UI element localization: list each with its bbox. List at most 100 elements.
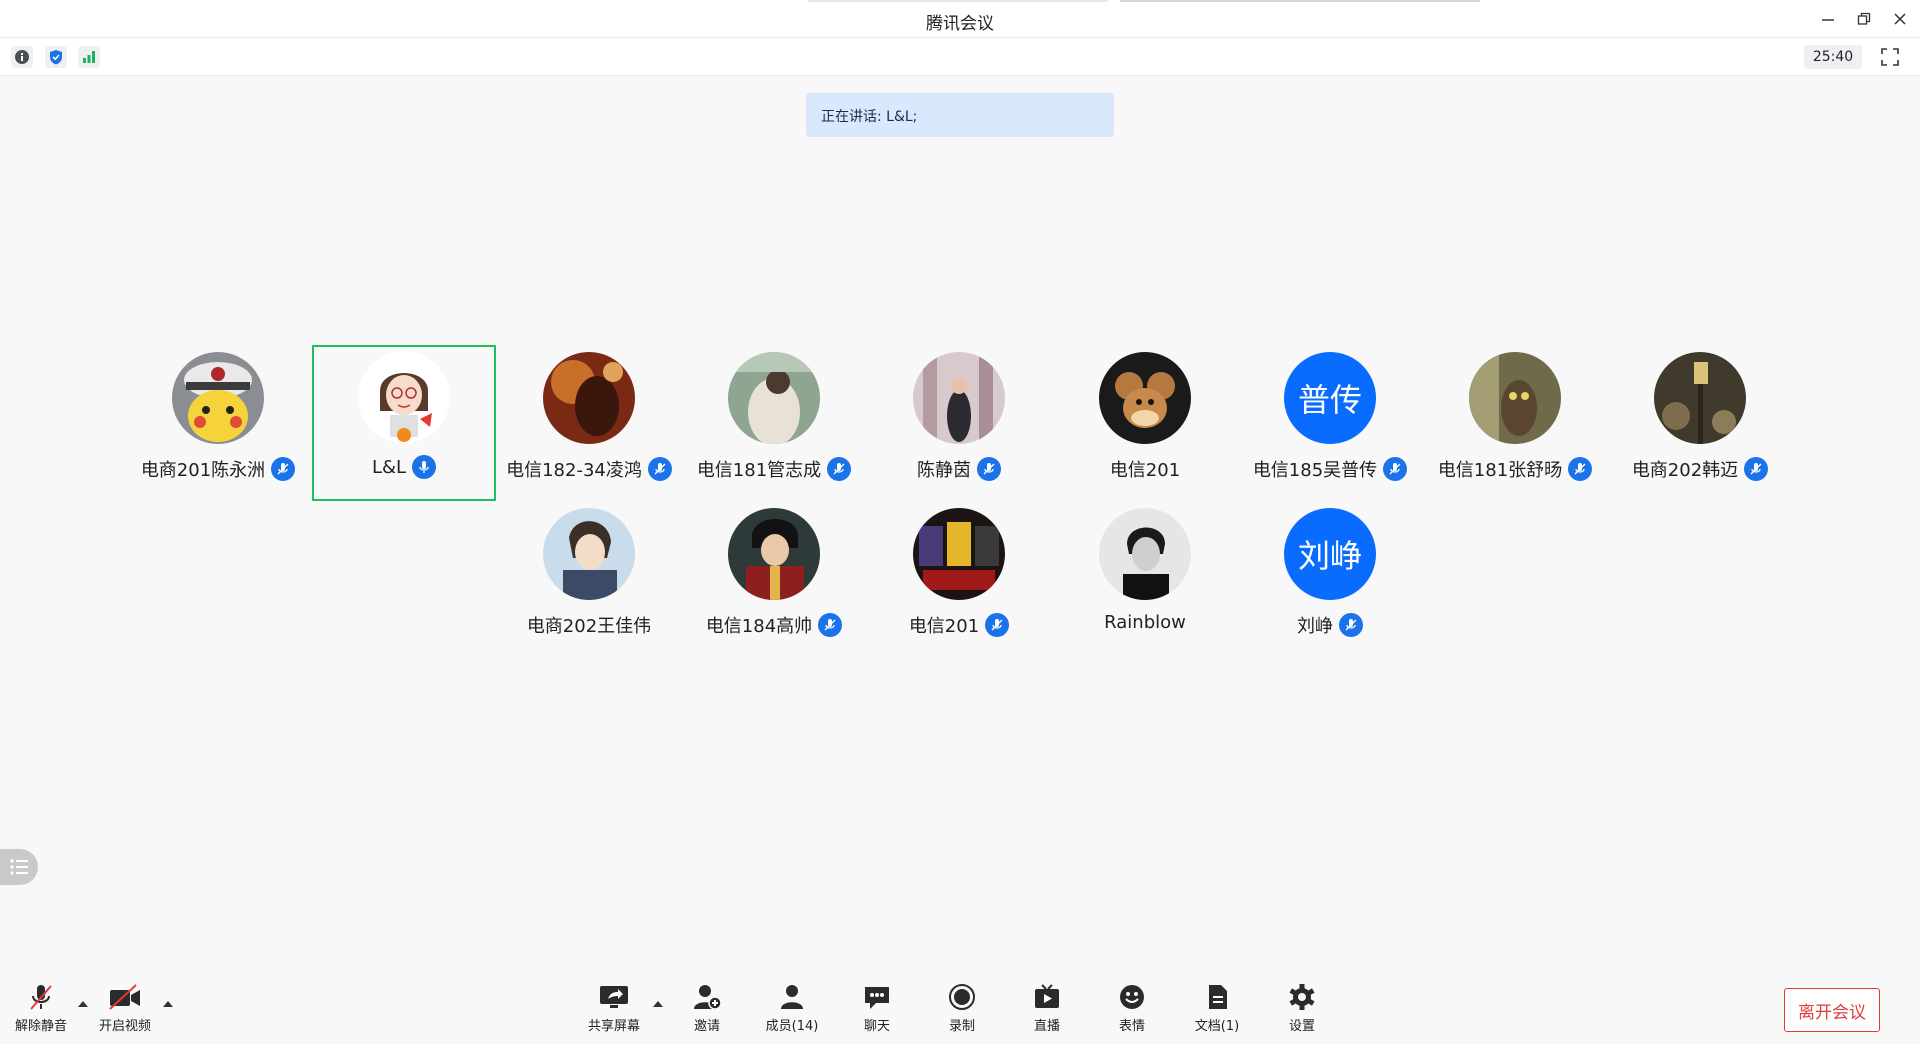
participant-tile[interactable]: 电信182-34凌鸿 bbox=[497, 346, 681, 502]
docs-button[interactable]: 文档(1) bbox=[1182, 982, 1252, 1038]
network-status-button[interactable] bbox=[78, 46, 100, 68]
caret-up-icon bbox=[653, 1001, 663, 1007]
speaking-indicator: 正在讲话: L&L; bbox=[806, 93, 1114, 137]
gear-icon bbox=[1285, 982, 1319, 1012]
avatar bbox=[1469, 352, 1561, 444]
mic-muted-icon bbox=[977, 457, 1001, 481]
shield-icon bbox=[50, 50, 62, 65]
invite-label: 邀请 bbox=[693, 1019, 720, 1034]
chat-button[interactable]: 聊天 bbox=[842, 982, 912, 1038]
live-icon bbox=[1030, 982, 1064, 1012]
participant-name: 陈静茵 bbox=[917, 460, 971, 481]
title-bar-accent-line bbox=[1120, 0, 1480, 2]
minimize-icon bbox=[1822, 19, 1834, 21]
avatar bbox=[358, 351, 450, 443]
participant-tile[interactable]: 陈静茵 bbox=[867, 346, 1051, 502]
share-options-caret[interactable] bbox=[651, 998, 665, 1010]
avatar bbox=[913, 508, 1005, 600]
settings-label: 设置 bbox=[1288, 1019, 1315, 1034]
unmute-button[interactable]: 解除静音 bbox=[6, 982, 76, 1038]
participant-tile[interactable]: 电商202王佳伟 bbox=[497, 502, 681, 658]
participant-name: Rainblow bbox=[1104, 612, 1186, 633]
meeting-toolbar: 解除静音 开启视频 共享屏幕 邀请 成员(14) 聊天 录制 直播 表情 文档(… bbox=[0, 966, 1920, 1044]
meeting-timer: 25:40 bbox=[1804, 45, 1862, 69]
participant-tile[interactable]: 电信201 bbox=[1053, 346, 1237, 502]
avatar bbox=[543, 352, 635, 444]
close-button[interactable] bbox=[1886, 6, 1914, 32]
avatar bbox=[543, 508, 635, 600]
info-icon bbox=[15, 50, 29, 64]
share-screen-icon bbox=[597, 982, 631, 1012]
participant-tile[interactable]: 刘峥 刘峥 bbox=[1238, 502, 1422, 658]
security-button[interactable] bbox=[45, 46, 67, 68]
window-title: 腾讯会议 bbox=[926, 14, 994, 34]
avatar: 普传 bbox=[1284, 352, 1376, 444]
add-user-icon bbox=[690, 982, 724, 1012]
settings-button[interactable]: 设置 bbox=[1267, 982, 1337, 1038]
video-off-icon bbox=[108, 982, 142, 1012]
participant-tile[interactable]: Rainblow bbox=[1053, 502, 1237, 658]
participant-tile-active-speaker[interactable]: L&L bbox=[312, 345, 496, 501]
live-button[interactable]: 直播 bbox=[1012, 982, 1082, 1038]
meeting-window: 腾讯会议 25:40 正在讲话: L&L; 电商201陈永洲 L&L 电信182… bbox=[0, 0, 1920, 1044]
mic-muted-icon bbox=[271, 457, 296, 481]
participant-tile[interactable]: 电信201 bbox=[867, 502, 1051, 658]
participant-name: 电信182-34凌鸿 bbox=[506, 460, 642, 481]
share-screen-button[interactable]: 共享屏幕 bbox=[579, 982, 649, 1038]
participant-name: 电信184高帅 bbox=[705, 616, 813, 637]
chat-label: 聊天 bbox=[863, 1019, 890, 1034]
unmute-label: 解除静音 bbox=[14, 1019, 67, 1034]
mic-muted-icon bbox=[985, 613, 1010, 637]
participant-tile[interactable]: 普传 电信185吴普传 bbox=[1238, 346, 1422, 502]
title-bar: 腾讯会议 bbox=[0, 0, 1920, 38]
avatar bbox=[913, 352, 1005, 444]
record-icon bbox=[945, 982, 979, 1012]
members-icon bbox=[775, 982, 809, 1012]
mic-muted-icon bbox=[818, 613, 843, 637]
caret-up-icon bbox=[163, 1001, 173, 1007]
close-icon bbox=[1894, 13, 1906, 25]
restore-button[interactable] bbox=[1850, 6, 1878, 32]
video-options-caret[interactable] bbox=[161, 998, 175, 1010]
participant-tile[interactable]: 电商202韩迈 bbox=[1608, 346, 1792, 502]
start-video-button[interactable]: 开启视频 bbox=[90, 982, 160, 1038]
avatar bbox=[728, 352, 820, 444]
fullscreen-button[interactable] bbox=[1878, 45, 1902, 69]
members-label: 成员(14) bbox=[765, 1019, 819, 1034]
participant-tile[interactable]: 电信181管志成 bbox=[682, 346, 866, 502]
avatar bbox=[1654, 352, 1746, 444]
emoji-label: 表情 bbox=[1118, 1019, 1145, 1034]
participant-list-toggle[interactable] bbox=[0, 849, 38, 885]
start-video-label: 开启视频 bbox=[98, 1019, 151, 1034]
meeting-info-button[interactable] bbox=[11, 46, 33, 68]
minimize-button[interactable] bbox=[1814, 6, 1842, 32]
mic-muted-icon bbox=[1744, 457, 1769, 481]
restore-icon bbox=[1857, 12, 1871, 25]
leave-meeting-button[interactable]: 离开会议 bbox=[1784, 988, 1880, 1032]
invite-button[interactable]: 邀请 bbox=[672, 982, 742, 1038]
audio-options-caret[interactable] bbox=[76, 998, 90, 1010]
members-button[interactable]: 成员(14) bbox=[757, 982, 827, 1038]
record-button[interactable]: 录制 bbox=[927, 982, 997, 1038]
list-icon bbox=[10, 859, 28, 875]
participant-name: 电商202韩迈 bbox=[1631, 460, 1739, 481]
mic-muted-icon bbox=[827, 457, 852, 481]
title-bar-accent-line bbox=[808, 0, 1108, 2]
participant-tile[interactable]: 电商201陈永洲 bbox=[126, 346, 310, 502]
participant-tile[interactable]: 电信181张舒旸 bbox=[1423, 346, 1607, 502]
signal-icon bbox=[83, 51, 95, 63]
avatar bbox=[1099, 352, 1191, 444]
mic-muted-icon bbox=[1339, 613, 1363, 637]
emoji-icon bbox=[1115, 982, 1149, 1012]
meeting-info-bar: 25:40 bbox=[0, 38, 1920, 76]
mic-off-icon bbox=[24, 982, 58, 1012]
participant-name: 电信181管志成 bbox=[696, 460, 822, 481]
participant-tile[interactable]: 电信184高帅 bbox=[682, 502, 866, 658]
participant-name: 电信201 bbox=[908, 616, 980, 637]
mic-muted-icon bbox=[1568, 457, 1593, 481]
caret-up-icon bbox=[78, 1001, 88, 1007]
emoji-button[interactable]: 表情 bbox=[1097, 982, 1167, 1038]
share-screen-label: 共享屏幕 bbox=[587, 1019, 640, 1034]
docs-label: 文档(1) bbox=[1194, 1019, 1240, 1034]
avatar bbox=[1099, 508, 1191, 600]
